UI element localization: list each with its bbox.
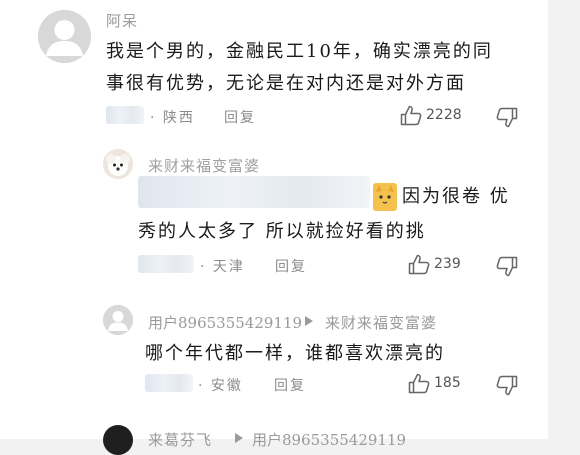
thumbs-up-icon[interactable] bbox=[408, 254, 430, 275]
like-count: 185 bbox=[434, 375, 461, 391]
thumbs-down-icon[interactable] bbox=[496, 375, 518, 396]
redacted-time bbox=[145, 374, 193, 392]
thumbs-down-icon[interactable] bbox=[496, 256, 518, 277]
thumbs-down-icon[interactable] bbox=[496, 107, 518, 128]
comment-panel: 阿呆 我是个男的，金融民工10年，确实漂亮的同 事很有优势，无论是在对内还是对外… bbox=[0, 0, 548, 455]
comment-text-line: 我是个男的，金融民工10年，确实漂亮的同 bbox=[106, 41, 493, 62]
reply-to-username[interactable]: 用户8965355429119 bbox=[252, 429, 406, 450]
comment-text-line: 哪个年代都一样，谁都喜欢漂亮的 bbox=[145, 343, 445, 364]
cat-emoji-icon bbox=[373, 183, 397, 211]
redacted-content bbox=[138, 176, 370, 208]
avatar[interactable] bbox=[38, 10, 91, 63]
thumbs-up-icon[interactable] bbox=[408, 373, 430, 394]
comment-username[interactable]: 来葛芬飞 bbox=[148, 429, 212, 450]
comment-text-line: 因为很卷 优 bbox=[402, 186, 510, 207]
like-count: 239 bbox=[434, 256, 461, 272]
comment-text-line: 秀的人太多了 所以就捡好看的挑 bbox=[138, 221, 426, 242]
reply-to-username[interactable]: 来财来福变富婆 bbox=[325, 312, 437, 333]
avatar[interactable] bbox=[103, 425, 133, 455]
reply-button[interactable]: 回复 bbox=[275, 256, 307, 276]
triangle-right-icon bbox=[304, 315, 314, 327]
comment-username[interactable]: 来财来福变富婆 bbox=[148, 155, 260, 176]
user-silhouette-icon bbox=[103, 305, 133, 335]
thumbs-up-icon[interactable] bbox=[400, 105, 422, 126]
user-silhouette-icon bbox=[38, 10, 91, 63]
redacted-time bbox=[106, 106, 144, 124]
triangle-right-icon bbox=[234, 432, 244, 444]
comment-location: · 天津 bbox=[200, 259, 245, 275]
comment-location: · 陕西 bbox=[150, 110, 195, 126]
comment-username[interactable]: 用户8965355429119 bbox=[148, 312, 302, 333]
like-count: 2228 bbox=[426, 107, 462, 123]
avatar[interactable] bbox=[103, 305, 133, 335]
reply-button[interactable]: 回复 bbox=[224, 107, 256, 127]
comment-location: · 安徽 bbox=[198, 378, 243, 394]
dog-avatar-icon bbox=[103, 149, 133, 179]
comment-username[interactable]: 阿呆 bbox=[106, 10, 138, 31]
avatar[interactable] bbox=[103, 149, 133, 179]
comment-text-line: 事很有优势，无论是在对内还是对外方面 bbox=[106, 73, 466, 94]
reply-button[interactable]: 回复 bbox=[274, 375, 306, 395]
redacted-time bbox=[138, 255, 194, 273]
